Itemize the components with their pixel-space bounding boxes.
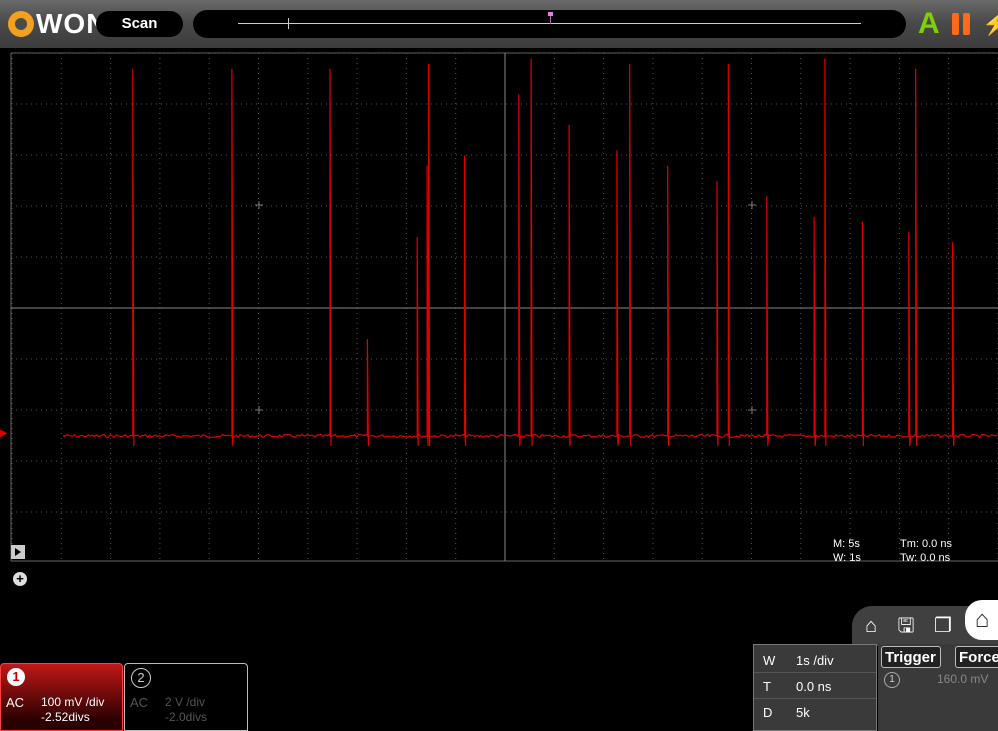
info-icon: 1 bbox=[884, 672, 900, 688]
copy-icon[interactable]: ❐ bbox=[929, 612, 957, 640]
top-toolbar: WON Scan A ⚡ bbox=[0, 0, 998, 48]
ch1-badge: 1 bbox=[7, 668, 25, 686]
tb-key: D bbox=[763, 705, 773, 720]
main-timebase-readout: M: 5s bbox=[833, 538, 860, 550]
bolt-icon[interactable]: ⚡ bbox=[982, 10, 998, 38]
tb-value: 5k bbox=[796, 705, 810, 720]
channel-1-panel[interactable]: 1 AC 100 mV /div -2.52divs bbox=[0, 663, 123, 731]
trigger-panel: Trigger Force 1 160.0 mV bbox=[878, 644, 998, 731]
owon-logo: WON bbox=[8, 9, 107, 39]
timebase-row-t[interactable]: T 0.0 ns bbox=[754, 673, 876, 699]
plus-icon[interactable]: + bbox=[13, 572, 27, 586]
ch1-trace bbox=[62, 58, 998, 447]
ch1-level-marker[interactable]: ▶ bbox=[0, 428, 10, 442]
timebase-row-d[interactable]: D 5k bbox=[754, 699, 876, 724]
memory-position-bar[interactable] bbox=[193, 10, 906, 38]
ch2-scale: 2 V /div bbox=[165, 695, 206, 709]
play-icon[interactable] bbox=[11, 545, 25, 559]
ch2-coupling: AC bbox=[130, 695, 149, 710]
timebase-row-w[interactable]: W 1s /div bbox=[754, 647, 876, 673]
ch2-offset: -2.0divs bbox=[165, 710, 208, 724]
trigger-level: 160.0 mV bbox=[937, 672, 989, 686]
channel-2-panel[interactable]: 2 AC 2 V /div -2.0divs bbox=[124, 663, 248, 731]
force-button[interactable]: Force bbox=[955, 646, 998, 668]
window-trigger-time-readout: Tw: 0.0 ns bbox=[900, 552, 951, 564]
save-icon[interactable]: 🖫 bbox=[892, 612, 920, 640]
ch1-scale: 100 mV /div bbox=[41, 695, 105, 709]
home-icon[interactable]: ⌂ bbox=[965, 600, 998, 640]
auto-set-button[interactable]: A bbox=[918, 7, 940, 41]
trigger-button[interactable]: Trigger bbox=[881, 646, 941, 668]
main-trigger-time-readout: Tm: 0.0 ns bbox=[900, 538, 952, 550]
scan-mode-button[interactable]: Scan bbox=[96, 11, 183, 37]
logo-o-mark bbox=[8, 11, 34, 37]
ch2-badge: 2 bbox=[131, 668, 151, 688]
tb-key: W bbox=[763, 653, 776, 668]
pause-icon[interactable] bbox=[952, 13, 972, 35]
window-timebase-readout: W: 1s bbox=[833, 552, 861, 564]
trigger-position-marker[interactable] bbox=[548, 12, 553, 24]
timeline-window-tick bbox=[288, 18, 289, 29]
timebase-panel[interactable]: W 1s /div T 0.0 ns D 5k bbox=[753, 644, 877, 731]
tb-value: 1s /div bbox=[796, 653, 834, 668]
waveform-display bbox=[10, 52, 998, 562]
tb-value: 0.0 ns bbox=[796, 679, 832, 694]
grid bbox=[10, 52, 998, 562]
home-search-icon[interactable]: ⌂ bbox=[857, 612, 885, 640]
ch1-offset: -2.52divs bbox=[41, 710, 90, 724]
tb-key: T bbox=[763, 679, 771, 694]
ch1-coupling: AC bbox=[6, 695, 25, 710]
